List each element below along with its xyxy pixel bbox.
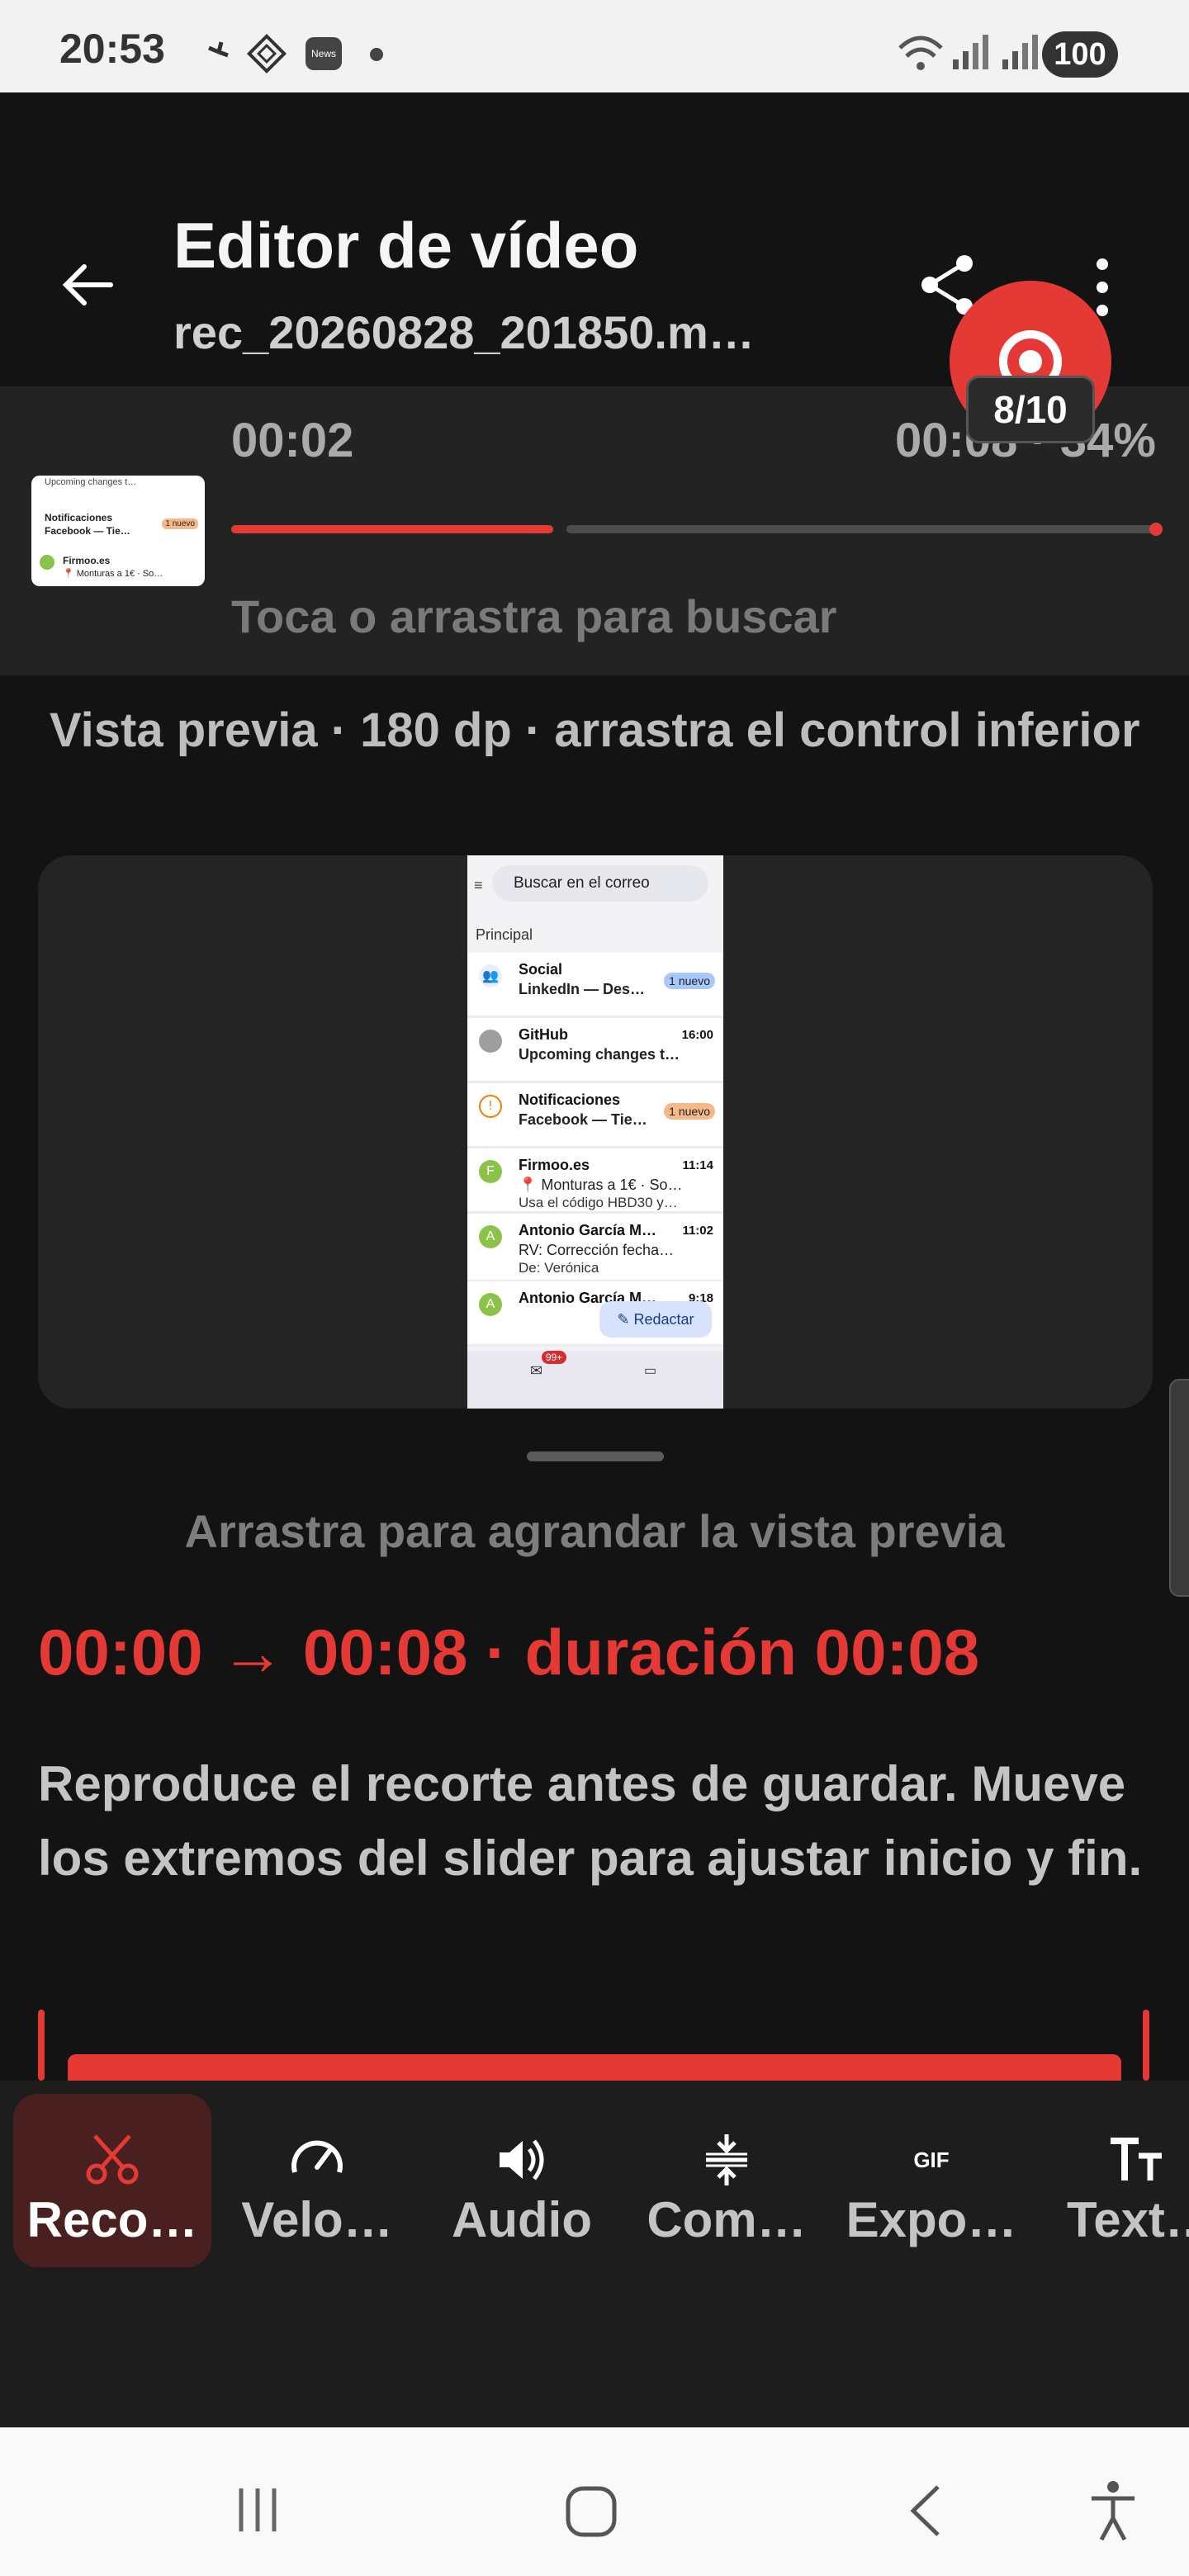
- video-preview[interactable]: ≡ Buscar en el correo Principal 👥 Social…: [467, 855, 723, 1409]
- record-counter-badge: 8/10: [966, 376, 1095, 443]
- gif-icon: GIF: [913, 2147, 950, 2172]
- tool-audio[interactable]: Audio: [423, 2094, 621, 2267]
- trim-range: 00:00 → 00:08 · duración 00:08: [38, 1616, 980, 1688]
- recent-apps-icon[interactable]: [233, 2485, 282, 2535]
- tool-speed[interactable]: Velo…: [218, 2094, 416, 2267]
- info-icon: !: [479, 1095, 502, 1118]
- scissors-icon: [86, 2134, 139, 2185]
- signal-icon: [1002, 35, 1038, 69]
- list-item: F Firmoo.es 📍 Monturas a 1€ · So… Usa el…: [467, 1148, 723, 1214]
- tool-trim[interactable]: Reco…: [13, 2094, 211, 2267]
- compress-icon: [706, 2134, 747, 2185]
- preview-search: Buscar en el correo: [492, 865, 708, 902]
- seek-progress-remaining[interactable]: [566, 525, 1158, 533]
- seek-current-time: 00:02: [231, 414, 354, 467]
- list-item: GitHub Upcoming changes t… 16:00: [467, 1018, 723, 1083]
- dot-icon: [370, 48, 383, 61]
- wifi-icon: [898, 36, 943, 70]
- speed-icon: [291, 2140, 343, 2173]
- back-arrow-icon[interactable]: [59, 256, 117, 314]
- more-vert-icon[interactable]: [1090, 256, 1115, 319]
- text-size-icon: [1111, 2138, 1162, 2181]
- list-item: 👥 Social LinkedIn — Des… 1 nuevo: [467, 953, 723, 1018]
- menu-icon: ≡: [474, 877, 483, 893]
- battery-indicator: 100: [1042, 31, 1118, 78]
- mail-icon: ✉: [530, 1362, 543, 1379]
- preview-drag-handle[interactable]: [527, 1451, 664, 1461]
- seek-progress-played[interactable]: [231, 525, 553, 533]
- home-icon[interactable]: [565, 2485, 618, 2538]
- tool-compress[interactable]: Com…: [628, 2094, 826, 2267]
- list-item: ! Notificaciones Facebook — Tie… 1 nuevo: [467, 1083, 723, 1148]
- page-title: Editor de vídeo: [173, 209, 639, 282]
- news-icon: News: [306, 37, 342, 70]
- fan-icon: [208, 41, 229, 58]
- trim-start-handle[interactable]: [38, 2010, 45, 2081]
- preview-mail-badge: 99+: [542, 1351, 566, 1364]
- video-icon: ▭: [644, 1364, 657, 1378]
- status-bar: 20:53 News 100: [0, 0, 1189, 92]
- scrollbar[interactable]: [1169, 1379, 1189, 1597]
- seek-hint: Toca o arrastra para buscar: [231, 590, 837, 642]
- tool-export[interactable]: GIF Expo…: [832, 2094, 1030, 2267]
- status-time: 20:53: [59, 26, 165, 72]
- preview-bottom-nav: ✉ ▭: [467, 1351, 723, 1409]
- avatar-icon: [479, 1030, 502, 1053]
- tarot-icon: [246, 33, 287, 74]
- back-icon[interactable]: [905, 2482, 946, 2540]
- signal-icon: [953, 35, 988, 69]
- trim-info: Reproduce el recorte antes de guardar. M…: [38, 1756, 1143, 1886]
- video-thumbnail[interactable]: Upcoming changes t… Notificaciones Faceb…: [31, 476, 205, 586]
- preview-compose: ✎ Redactar: [599, 1301, 712, 1338]
- volume-icon: [500, 2139, 544, 2181]
- people-icon: 👥: [479, 964, 502, 987]
- file-name: rec_20260828_201850.m…: [173, 306, 755, 358]
- preview-section: Principal: [476, 926, 533, 943]
- seek-end-dot: [1149, 523, 1163, 536]
- trim-end-handle[interactable]: [1143, 2010, 1149, 2081]
- preview-caption: Vista previa · 180 dp · arrastra el cont…: [50, 703, 1140, 757]
- list-item: A Antonio García M… RV: Corrección fecha…: [467, 1214, 723, 1282]
- accessibility-icon[interactable]: [1088, 2480, 1138, 2543]
- tool-text[interactable]: Text…: [1037, 2094, 1189, 2267]
- preview-drag-hint: Arrastra para agrandar la vista previa: [184, 1505, 1005, 1557]
